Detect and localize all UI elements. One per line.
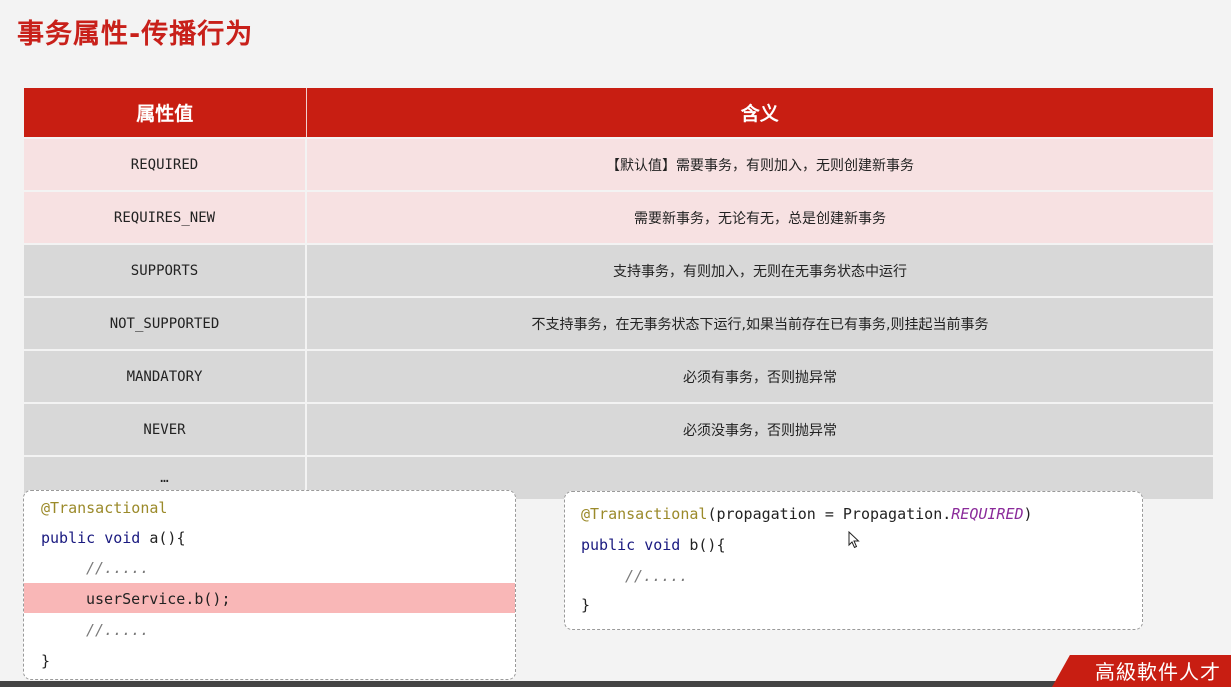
code-call: userService.b(); [86,590,231,608]
code-close-brace: } [581,596,591,614]
code-method-name: b(){ [689,536,726,554]
code-annotation: @Transactional [581,505,708,523]
row-meaning: 【默认值】需要事务，有则加入，无则创建新事务 [306,137,1213,191]
page-title: 事务属性-传播行为 [17,19,254,50]
code-method-signature: public void b(){ [581,536,726,554]
row-meaning: 需要新事务，无论有无，总是创建新事务 [306,190,1213,244]
code-keywords: public void [41,529,150,547]
code-annotation-line: @Transactional(propagation = Propagation… [581,505,1033,523]
row-meaning: 不支持事务，在无事务状态下运行,如果当前存在已有事务,则挂起当前事务 [306,296,1213,350]
row-value: REQUIRED [24,137,307,191]
table-row: REQUIRED 【默认值】需要事务，有则加入，无则创建新事务 [24,137,1213,191]
code-close-brace: } [41,652,51,670]
code-params-open: (propagation = Propagation. [707,505,952,523]
code-params-close: ) [1023,505,1033,523]
header-meaning: 含义 [306,88,1213,138]
code-method-name: a(){ [149,529,186,547]
header-value: 属性值 [24,88,307,138]
row-value: SUPPORTS [24,243,307,297]
row-value: MANDATORY [24,349,307,403]
code-method-signature: public void a(){ [41,529,186,547]
brand-logo-text: 高級軟件人才 [1095,660,1221,684]
code-enum-value: REQUIRED [951,505,1024,523]
code-comment: //..... [625,567,689,585]
bottom-bar [0,681,1231,687]
propagation-table: 属性值 含义 REQUIRED 【默认值】需要事务，有则加入，无则创建新事务 R… [24,88,1213,499]
mouse-cursor-icon [848,531,860,549]
table-row: REQUIRES_NEW 需要新事务，无论有无，总是创建新事务 [24,190,1213,244]
row-value: NOT_SUPPORTED [24,296,307,350]
table-row: NOT_SUPPORTED 不支持事务，在无事务状态下运行,如果当前存在已有事务… [24,296,1213,350]
row-meaning: 必须没事务，否则抛异常 [306,402,1213,456]
code-keywords: public void [581,536,690,554]
table-row: MANDATORY 必须有事务，否则抛异常 [24,349,1213,403]
code-comment: //..... [86,559,150,577]
table-row: SUPPORTS 支持事务，有则加入，无则在无事务状态中运行 [24,243,1213,297]
row-value: NEVER [24,402,307,456]
table-row: NEVER 必须没事务，否则抛异常 [24,402,1213,456]
row-meaning: 必须有事务，否则抛异常 [306,349,1213,403]
row-meaning: 支持事务，有则加入，无则在无事务状态中运行 [306,243,1213,297]
code-block-method-a: @Transactional public void a(){ //..... … [23,490,516,680]
code-comment: //..... [86,621,150,639]
table-header-row: 属性值 含义 [24,88,1213,138]
row-value: REQUIRES_NEW [24,190,307,244]
code-block-method-b: @Transactional(propagation = Propagation… [564,491,1143,630]
code-annotation: @Transactional [41,499,168,517]
